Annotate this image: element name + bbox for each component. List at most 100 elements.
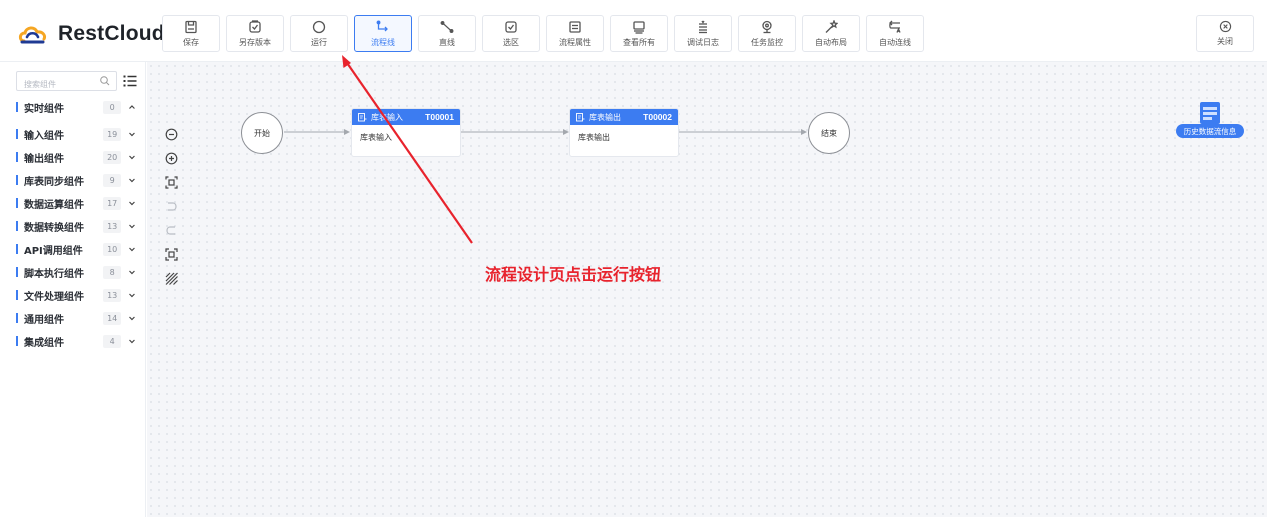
auto-layout-label: 自动布局 (815, 37, 847, 47)
node-code: T00001 (425, 112, 454, 122)
brand: RestCloud (18, 19, 165, 49)
grid-toggle-button[interactable] (160, 268, 182, 288)
save-icon (185, 20, 197, 33)
component-search-box (16, 71, 117, 94)
table-output-node[interactable]: 库表输出 T00002 库表输出 (570, 109, 678, 156)
auto-layout-button[interactable]: 自动布局 (802, 15, 860, 52)
actual-size-button[interactable] (160, 244, 182, 264)
table-input-icon (358, 112, 367, 121)
node-body: 库表输出 (578, 133, 610, 142)
node-title: 库表输出 (589, 112, 621, 122)
list-view-icon[interactable] (123, 74, 137, 88)
category-data-compute[interactable]: 数据运算组件 17 (16, 192, 136, 214)
category-name: 脚本执行组件 (23, 268, 84, 280)
category-script-exec[interactable]: 脚本执行组件 8 (16, 261, 136, 283)
selection-button[interactable]: 选区 (482, 15, 540, 52)
category-count: 17 (103, 196, 122, 210)
category-marker (16, 336, 18, 346)
undo-button[interactable] (160, 196, 182, 216)
save-version-label: 另存版本 (239, 37, 271, 47)
auto-connect-icon (889, 20, 901, 33)
category-marker (16, 221, 18, 231)
history-dataflow-label: 历史数据流信息 (1176, 124, 1244, 138)
debug-log-icon (699, 20, 707, 33)
component-search-input[interactable] (17, 75, 97, 94)
category-count: 8 (103, 265, 122, 279)
undo-icon (167, 201, 177, 211)
category-name: 集成组件 (23, 337, 64, 349)
straight-line-icon (440, 20, 454, 33)
category-count: 9 (103, 173, 122, 187)
search-icon (100, 76, 110, 86)
redo-icon (165, 225, 175, 235)
chevron-down-icon (129, 224, 135, 229)
start-node[interactable]: 开始 (241, 112, 283, 154)
zoom-out-button[interactable] (160, 124, 182, 144)
end-node-label: 结束 (821, 128, 837, 138)
category-marker (16, 267, 18, 277)
debug-log-label: 调试日志 (687, 37, 719, 47)
flow-properties-button[interactable]: 流程属性 (546, 15, 604, 52)
app-root: RestCloud 保存 另存版本 运行 流程线 直线 选区 流程属性 查看所有… (0, 0, 1267, 517)
run-button[interactable]: 运行 (290, 15, 348, 52)
zoom-in-button[interactable] (160, 148, 182, 168)
category-name: 通用组件 (23, 314, 64, 326)
category-marker (16, 290, 18, 300)
selection-icon (505, 20, 517, 33)
category-common[interactable]: 通用组件 14 (16, 307, 136, 329)
chevron-down-icon (129, 339, 135, 344)
close-button[interactable]: 关闭 (1196, 15, 1254, 52)
category-marker (16, 102, 18, 112)
view-all-label: 查看所有 (623, 37, 655, 47)
close-icon (1219, 20, 1231, 33)
auto-connect-button[interactable]: 自动连线 (866, 15, 924, 52)
straight-line-button[interactable]: 直线 (418, 15, 476, 52)
category-count: 0 (103, 100, 122, 114)
selection-label: 选区 (503, 37, 519, 47)
node-body: 库表输入 (360, 133, 392, 142)
category-file-processing[interactable]: 文件处理组件 13 (16, 284, 136, 306)
category-name: 文件处理组件 (23, 291, 84, 303)
save-label: 保存 (183, 37, 199, 47)
run-label: 运行 (311, 37, 327, 47)
table-input-node[interactable]: 库表输入 T00001 库表输入 (352, 109, 460, 156)
flow-line-button[interactable]: 流程线 (354, 15, 412, 52)
view-all-icon (633, 20, 645, 34)
task-monitor-button[interactable]: 任务监控 (738, 15, 796, 52)
flow-canvas[interactable] (147, 62, 1267, 517)
save-button[interactable]: 保存 (162, 15, 220, 52)
task-monitor-icon (762, 20, 772, 33)
fit-view-button[interactable] (160, 172, 182, 192)
category-api-call[interactable]: API调用组件 10 (16, 238, 136, 260)
run-circle-icon (312, 20, 326, 33)
category-count: 20 (103, 150, 122, 164)
redo-button[interactable] (160, 220, 182, 240)
node-code: T00002 (643, 112, 672, 122)
category-table-sync[interactable]: 库表同步组件 9 (16, 169, 136, 191)
view-all-button[interactable]: 查看所有 (610, 15, 668, 52)
category-integration[interactable]: 集成组件 4 (16, 330, 136, 352)
debug-log-button[interactable]: 调试日志 (674, 15, 732, 52)
category-realtime[interactable]: 实时组件 0 (16, 96, 136, 118)
end-node[interactable]: 结束 (808, 112, 850, 154)
category-count: 19 (103, 127, 122, 141)
close-label: 关闭 (1217, 37, 1233, 46)
fit-view-icon (164, 175, 178, 189)
zoom-in-icon (165, 152, 177, 164)
component-sidebar: 实时组件 0 输入组件 19 输出组件 20 库表同步组件 9 数据运算组件 1… (0, 62, 146, 517)
category-output[interactable]: 输出组件 20 (16, 146, 136, 168)
category-input[interactable]: 输入组件 19 (16, 123, 136, 145)
flow-properties-icon (569, 20, 581, 33)
table-output-icon (576, 112, 585, 121)
chevron-down-icon (129, 155, 135, 160)
category-name: 数据转换组件 (23, 222, 84, 234)
save-version-icon (249, 19, 261, 33)
annotation-text: 流程设计页点击运行按钮 (485, 265, 662, 284)
node-title: 库表输入 (371, 112, 403, 122)
category-name: 库表同步组件 (23, 176, 84, 188)
category-count: 4 (103, 334, 122, 348)
category-marker (16, 198, 18, 208)
save-version-button[interactable]: 另存版本 (226, 15, 284, 52)
category-data-transform[interactable]: 数据转换组件 13 (16, 215, 136, 237)
database-server-icon (1200, 102, 1220, 124)
